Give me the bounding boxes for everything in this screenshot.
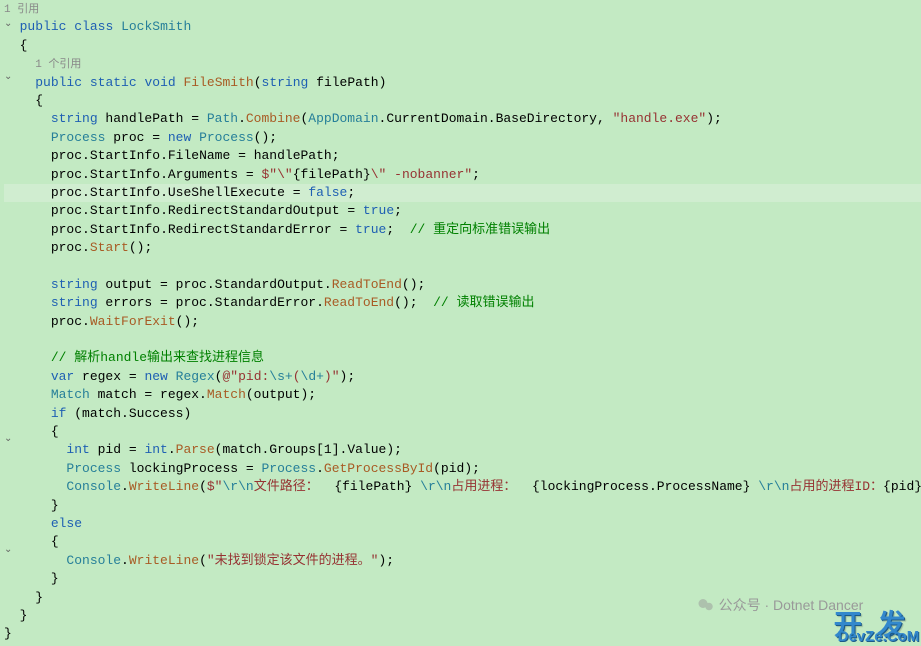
code-line: if (match.Success) <box>4 405 921 423</box>
code-editor: ⌄ ⌄ ⌄ ⌄ 1 引用 public class LockSmith { 1 … <box>0 0 921 644</box>
code-line: proc.StartInfo.RedirectStandardError = t… <box>4 221 921 239</box>
codelens-refs[interactable]: 1 引用 <box>4 4 39 16</box>
code-line: { <box>4 92 921 110</box>
site-logo-sub: DevZe.CoM <box>838 628 920 646</box>
code-line: } <box>4 625 921 643</box>
code-line: proc.StartInfo.Arguments = $"\"{filePath… <box>4 166 921 184</box>
code-line: { <box>4 533 921 551</box>
code-area[interactable]: 1 引用 public class LockSmith { 1 个引用 publ… <box>0 0 921 644</box>
code-line: Console.WriteLine($"\r\n文件路径： {filePath}… <box>4 478 921 496</box>
codelens-refs[interactable]: 1 个引用 <box>35 59 81 71</box>
code-line: // 解析handle输出来查找进程信息 <box>4 349 921 367</box>
code-line: string output = proc.StandardOutput.Read… <box>4 276 921 294</box>
code-line: string handlePath = Path.Combine(AppDoma… <box>4 110 921 128</box>
code-line: Process lockingProcess = Process.GetProc… <box>4 460 921 478</box>
code-line: proc.WaitForExit(); <box>4 313 921 331</box>
code-line: int pid = int.Parse(match.Groups[1].Valu… <box>4 441 921 459</box>
code-line: Console.WriteLine("未找到锁定该文件的进程。"); <box>4 552 921 570</box>
code-line: public class LockSmith <box>4 18 921 36</box>
code-line: Process proc = new Process(); <box>4 129 921 147</box>
code-line: else <box>4 515 921 533</box>
code-line: public static void FileSmith(string file… <box>4 74 921 92</box>
code-line: string errors = proc.StandardError.ReadT… <box>4 294 921 312</box>
wechat-icon <box>697 596 715 614</box>
code-line: proc.Start(); <box>4 239 921 257</box>
code-line: Match match = regex.Match(output); <box>4 386 921 404</box>
code-line: } <box>4 497 921 515</box>
code-line-highlighted: proc.StartInfo.UseShellExecute = false; <box>4 184 921 202</box>
code-line: } <box>4 570 921 588</box>
code-line: proc.StartInfo.FileName = handlePath; <box>4 147 921 165</box>
code-line: { <box>4 37 921 55</box>
code-line: { <box>4 423 921 441</box>
code-line: proc.StartInfo.RedirectStandardOutput = … <box>4 202 921 220</box>
code-line: var regex = new Regex(@"pid:\s+(\d+)"); <box>4 368 921 386</box>
